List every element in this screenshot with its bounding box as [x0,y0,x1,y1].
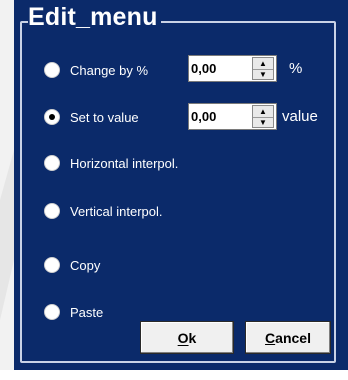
change-by-percent-input[interactable] [191,58,239,78]
option-label: Paste [70,304,104,320]
radio-change-by-percent[interactable] [44,62,60,78]
option-label: Copy [70,257,101,273]
change-by-percent-spinbox[interactable]: ▲ ▼ [188,55,277,82]
option-label: Set to value [70,109,139,125]
option-change-by-percent[interactable]: Change by % [44,59,148,81]
ok-accelerator: O [177,329,189,346]
cancel-button[interactable]: Cancel [245,321,331,354]
cancel-button-label: Cancel [265,329,311,346]
spin-buttons: ▲ ▼ [252,105,274,128]
spin-buttons: ▲ ▼ [252,57,274,80]
arrow-down-icon[interactable]: ▼ [253,69,273,80]
radio-selected-dot [49,114,55,120]
ok-button-label: Ok [177,329,197,346]
option-paste[interactable]: Paste [44,301,103,323]
option-label: Horizontal interpol. [70,155,179,171]
radio-vertical-interpol[interactable] [44,203,60,219]
radio-paste[interactable] [44,304,60,320]
radio-horizontal-interpol[interactable] [44,155,60,171]
set-to-value-input[interactable] [191,106,239,126]
option-set-to-value[interactable]: Set to value [44,106,139,128]
option-label: Change by % [70,62,149,78]
radio-copy[interactable] [44,257,60,273]
arrow-down-icon[interactable]: ▼ [253,117,273,128]
cancel-accelerator: C [265,329,276,346]
option-horizontal-interpol[interactable]: Horizontal interpol. [44,152,178,174]
option-label: Vertical interpol. [70,203,163,219]
option-vertical-interpol[interactable]: Vertical interpol. [44,200,163,222]
option-copy[interactable]: Copy [44,254,100,276]
radio-set-to-value[interactable] [44,109,60,125]
set-to-value-spinbox[interactable]: ▲ ▼ [188,103,277,130]
percent-unit-label: % [289,60,303,77]
value-unit-label: value [282,108,318,125]
group-title: Edit_menu [28,2,161,32]
ok-button[interactable]: Ok [140,321,234,354]
